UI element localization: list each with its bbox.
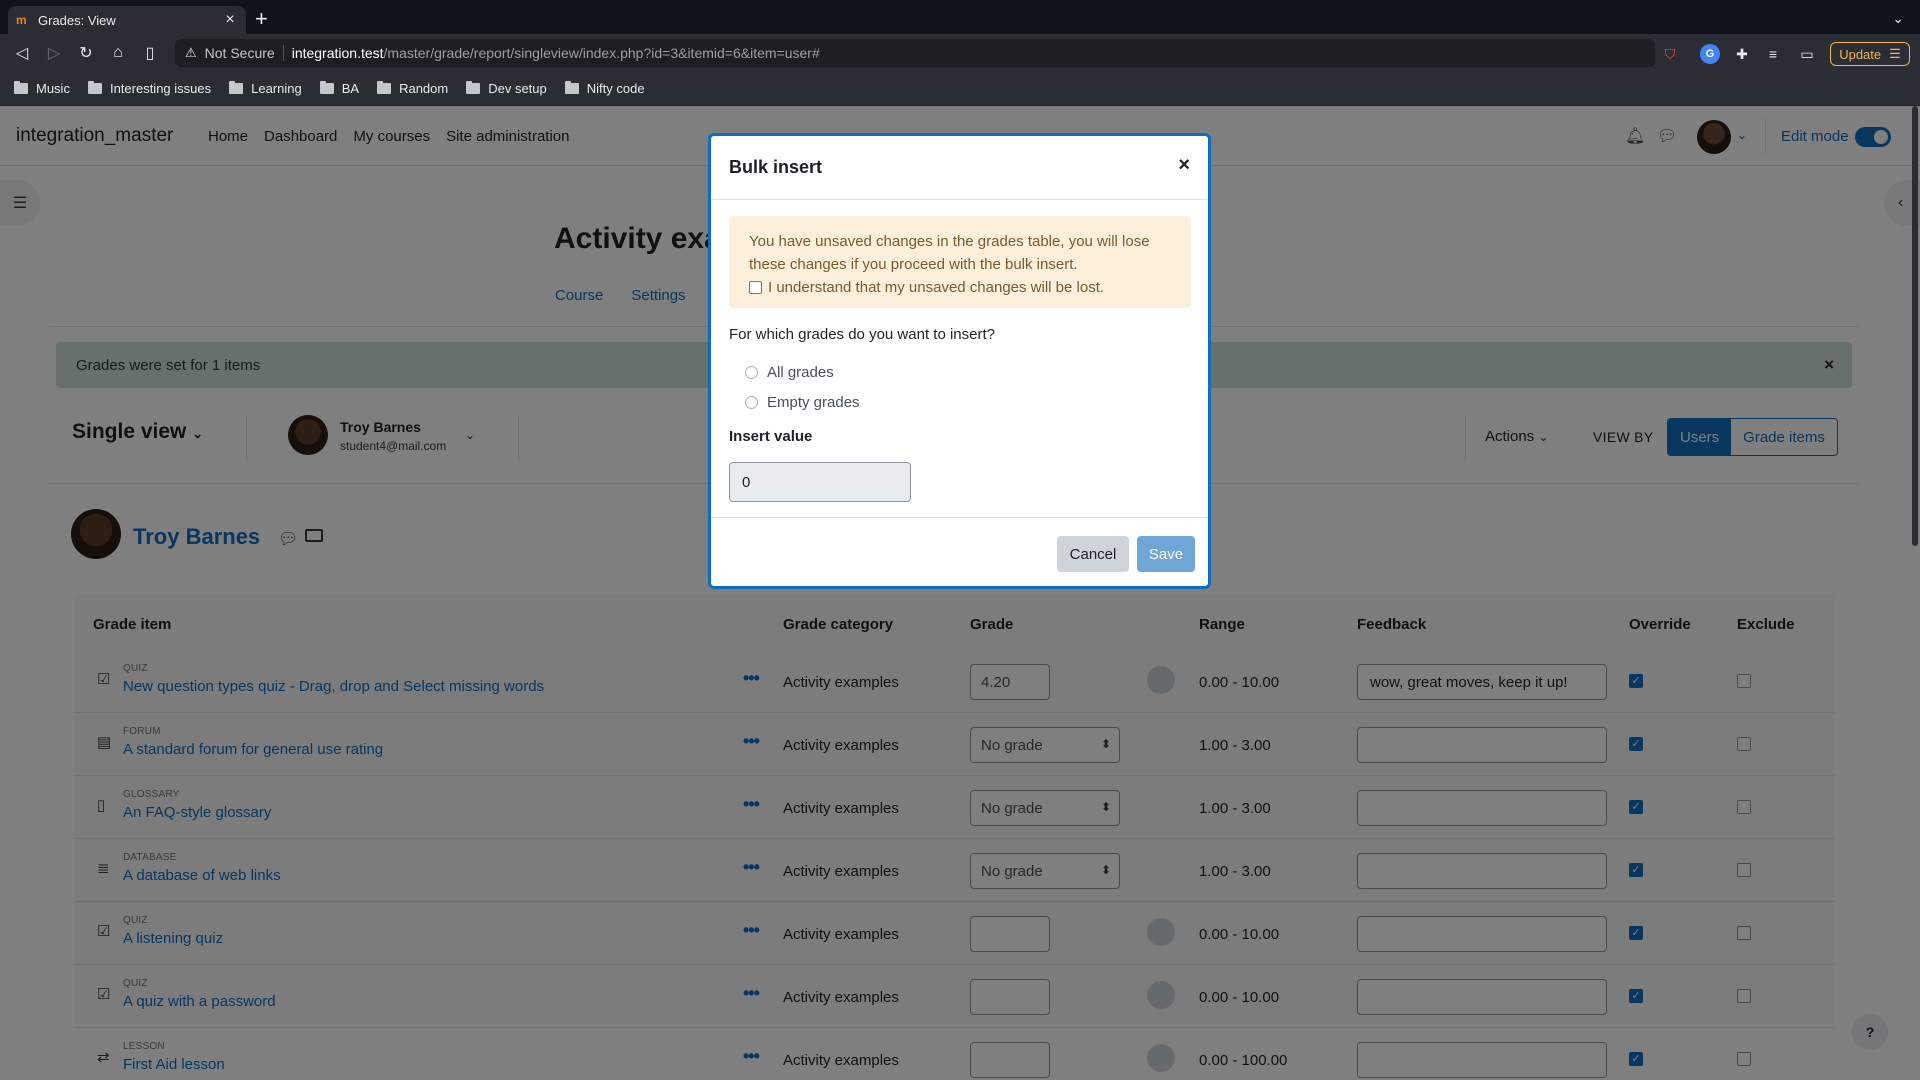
option-all-grades[interactable]: All grades (745, 364, 834, 381)
bookmark-item[interactable]: Dev setup (466, 81, 547, 96)
option-empty-grades[interactable]: Empty grades (745, 394, 860, 411)
understand-checkbox-label: I understand that my unsaved changes wil… (768, 279, 1105, 296)
insert-value-input[interactable]: 0 (729, 462, 911, 502)
empty-grades-radio[interactable] (745, 396, 758, 409)
bookmark-item[interactable]: Learning (229, 81, 302, 96)
bookmark-item[interactable]: Music (14, 81, 70, 96)
save-button[interactable]: Save (1137, 536, 1195, 572)
browser-tabstrip: m Grades: View × + ⌄ (0, 0, 1920, 34)
bookmark-item[interactable]: Nifty code (564, 81, 645, 96)
browser-toolbar: ◁ ▷ ↻ ⌂ ▯ ⚠ Not Secure integration.test … (0, 34, 1920, 72)
folder-icon (377, 81, 392, 94)
modal-header: Bulk insert × (711, 136, 1208, 200)
bookmark-label: Random (399, 81, 449, 96)
modal-close-icon[interactable]: × (1178, 154, 1190, 177)
security-label: Not Secure (204, 45, 275, 61)
bookmark-label: BA (341, 81, 360, 96)
extensions-puzzle-icon[interactable]: ✚ (1732, 44, 1752, 64)
bookmark-icon[interactable]: ▯ (134, 43, 166, 63)
folder-icon (319, 81, 334, 94)
bulk-insert-modal: Bulk insert × You have unsaved changes i… (708, 133, 1211, 589)
bookmark-item[interactable]: BA (319, 81, 360, 96)
bookmark-label: Interesting issues (109, 81, 212, 96)
browser-tab-active[interactable]: m Grades: View × (8, 6, 246, 34)
modal-footer-divider (711, 517, 1208, 518)
empty-grades-label: Empty grades (767, 394, 860, 411)
update-label: Update (1839, 46, 1882, 62)
address-separator (282, 45, 284, 61)
bookmark-label: Nifty code (586, 81, 645, 96)
warning-triangle-icon: ⚠ (185, 45, 197, 60)
moodle-favicon-icon: m (16, 13, 27, 27)
understand-checkbox[interactable] (749, 281, 762, 294)
tab-close-icon[interactable]: × (222, 11, 238, 29)
url-path: /master/grade/report/singleview/index.ph… (383, 45, 820, 61)
all-grades-radio[interactable] (745, 366, 758, 379)
wallet-icon[interactable]: ▭ (1797, 44, 1817, 64)
bookmarks-bar: Music Interesting issues Learning BA Random D… (0, 72, 1920, 106)
modal-title: Bulk insert (729, 157, 823, 177)
url-host: integration.test (291, 45, 384, 61)
translate-icon[interactable]: G (1700, 44, 1720, 64)
tab-search-chevron-icon[interactable]: ⌄ (1892, 10, 1904, 27)
update-button[interactable]: Update ☰ (1830, 42, 1910, 66)
brave-shield-icon[interactable]: ⛉ (1660, 44, 1680, 64)
folder-icon (466, 81, 481, 94)
folder-icon (229, 81, 244, 94)
folder-icon (564, 81, 579, 94)
address-bar[interactable]: ⚠ Not Secure integration.test /master/gr… (175, 39, 1655, 67)
folder-icon (87, 81, 102, 94)
bookmark-item[interactable]: Random (377, 81, 448, 96)
cancel-button[interactable]: Cancel (1057, 536, 1129, 572)
home-icon[interactable]: ⌂ (102, 44, 134, 62)
forward-icon[interactable]: ▷ (38, 43, 70, 63)
bookmark-label: Music (36, 81, 70, 96)
new-tab-button[interactable]: + (255, 8, 268, 30)
insert-value-label: Insert value (729, 428, 813, 445)
folder-icon (14, 81, 28, 94)
bookmark-item[interactable]: Interesting issues (87, 81, 212, 96)
understand-checkbox-row[interactable]: I understand that my unsaved changes wil… (749, 276, 1171, 299)
reload-icon[interactable]: ↻ (70, 43, 102, 63)
media-queue-icon[interactable]: ≡ (1763, 44, 1783, 64)
all-grades-label: All grades (767, 364, 834, 381)
back-icon[interactable]: ◁ (6, 43, 38, 63)
bookmark-label: Learning (251, 81, 302, 96)
unsaved-changes-warning: You have unsaved changes in the grades t… (729, 216, 1191, 308)
warning-text: You have unsaved changes in the grades t… (749, 233, 1150, 273)
tab-title: Grades: View (38, 12, 116, 28)
insert-scope-question: For which grades do you want to insert? (729, 326, 995, 343)
bookmark-label: Dev setup (488, 81, 547, 96)
menu-icon: ☰ (1889, 46, 1901, 61)
